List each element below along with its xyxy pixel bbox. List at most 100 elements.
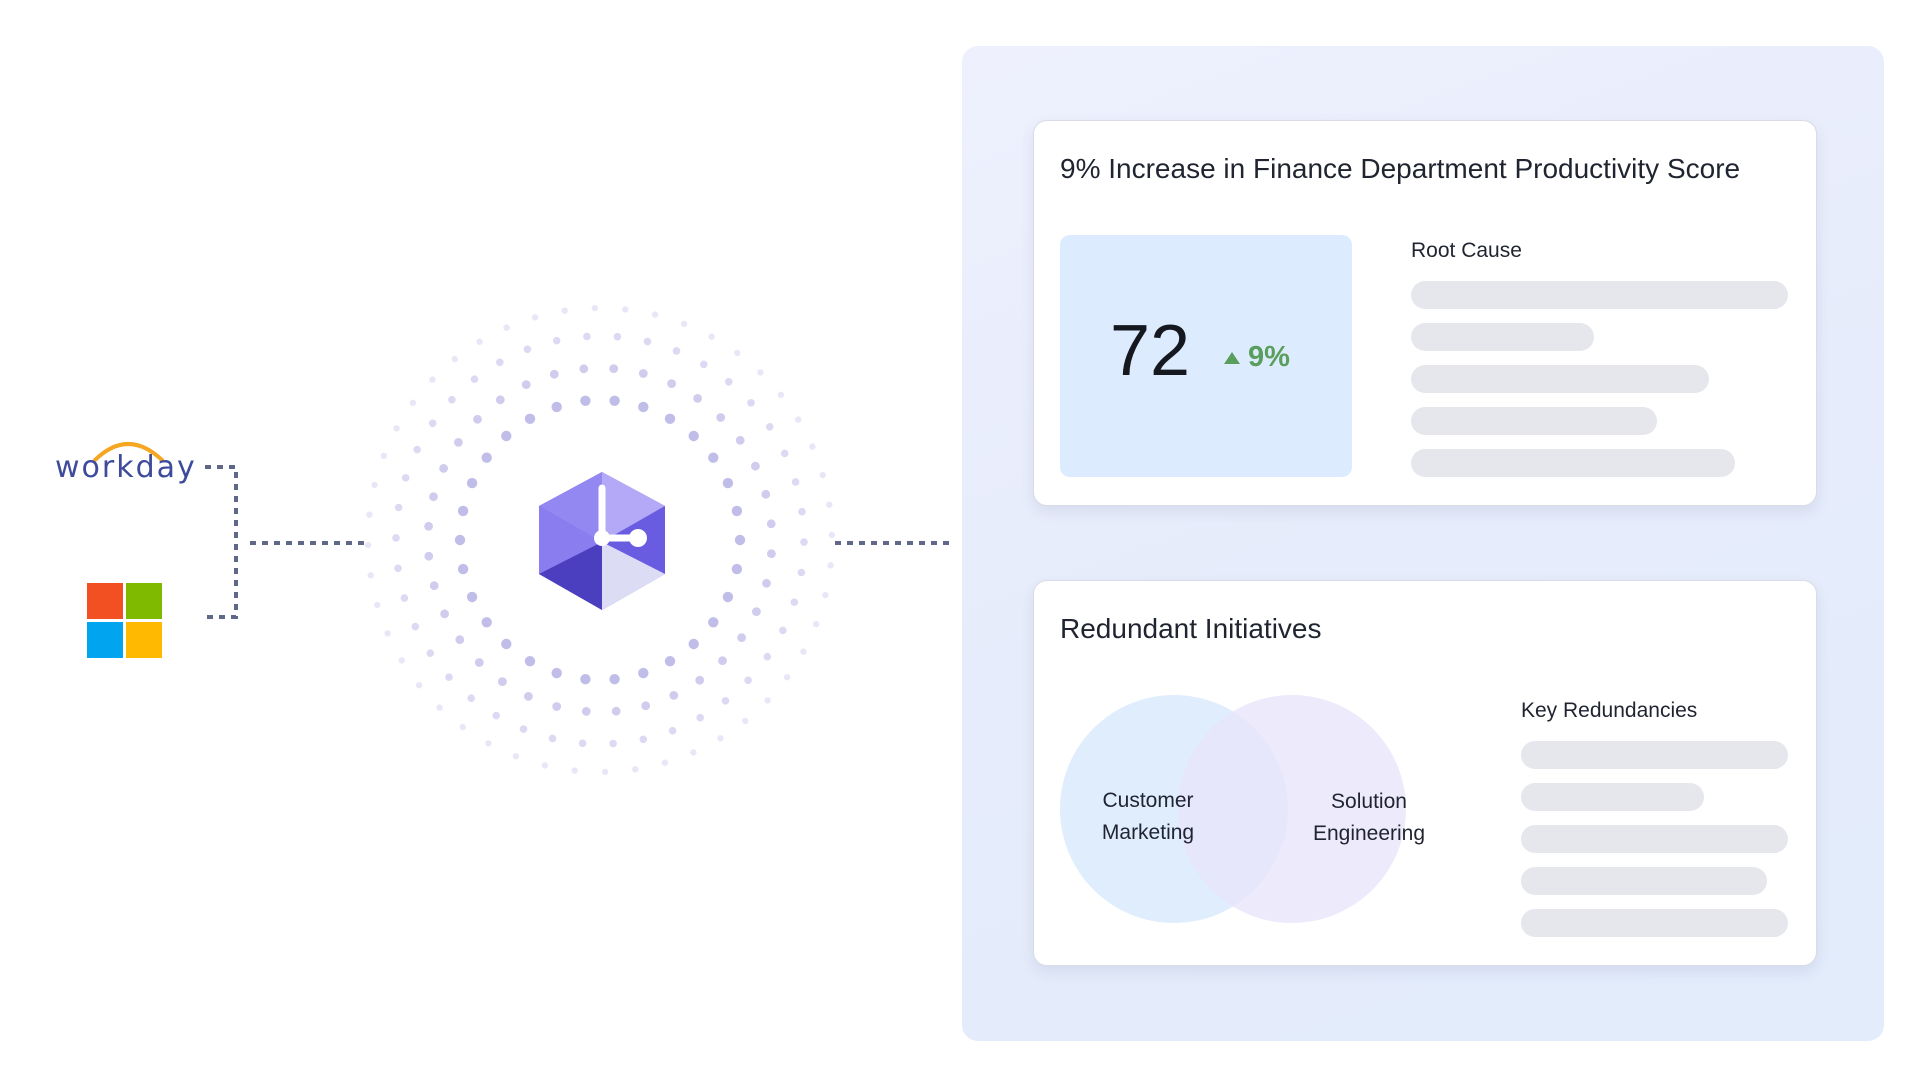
- ripple-dot: [731, 563, 743, 575]
- workday-wordmark: workday: [55, 450, 197, 485]
- ripple-dot: [747, 399, 755, 407]
- ripple-dot: [664, 413, 676, 424]
- ripple-dot: [668, 726, 677, 735]
- ripple-dot: [466, 477, 478, 489]
- ripple-dot: [613, 332, 622, 341]
- ripple-dot: [371, 481, 378, 489]
- venn-right-line-1: Solution: [1331, 790, 1407, 813]
- ripple-dot: [524, 656, 536, 667]
- ripple-dot: [578, 739, 587, 748]
- ripple-dot: [680, 320, 688, 327]
- ripple-dot: [761, 489, 771, 499]
- redundancy-placeholder-line: [1521, 783, 1704, 811]
- ripple-dot: [454, 534, 466, 546]
- ripple-dot: [392, 534, 400, 542]
- root-cause-placeholder-line: [1411, 281, 1788, 309]
- ripple-dot: [800, 538, 808, 546]
- venn-right-label: Solution Engineering: [1289, 786, 1449, 850]
- productivity-card: 9% Increase in Finance Department Produc…: [1033, 120, 1817, 506]
- ripple-dot: [485, 740, 492, 747]
- ripple-dot: [451, 355, 458, 363]
- ripple-dot: [609, 739, 617, 748]
- ripple-dot: [700, 360, 708, 369]
- ripple-dot: [384, 630, 391, 637]
- redundancy-placeholder-line: [1521, 741, 1788, 769]
- ripple-dot: [459, 723, 466, 731]
- productivity-score-box: 72 9%: [1060, 235, 1352, 477]
- ripple-dot: [688, 638, 699, 650]
- ripple-dot: [519, 725, 528, 733]
- redundancy-card: Redundant Initiatives Customer Marketing…: [1033, 580, 1817, 966]
- ripple-dot: [795, 416, 802, 423]
- ripple-dot: [394, 564, 402, 573]
- redundancy-placeholder-line: [1521, 867, 1767, 895]
- ripple-dot: [426, 649, 435, 657]
- ripple-dot: [551, 667, 562, 679]
- ripple-dot: [512, 753, 520, 760]
- ripple-dot: [822, 591, 829, 599]
- ripple-dot: [716, 413, 726, 422]
- ripple-dot: [734, 349, 741, 357]
- ripple-dot: [374, 601, 381, 609]
- ripple-dot: [826, 501, 833, 508]
- ripple-dot: [393, 425, 400, 432]
- up-arrow-icon: [1224, 351, 1240, 364]
- ripple-dot: [752, 607, 761, 616]
- ripple-dot: [473, 414, 482, 424]
- hexagon-clock-icon: [539, 472, 665, 610]
- venn-right-line-2: Engineering: [1312, 822, 1426, 845]
- ripple-dot: [413, 445, 421, 454]
- ripple-dot: [394, 503, 403, 512]
- redundancy-placeholder-line: [1521, 909, 1788, 937]
- ripple-dot: [474, 658, 484, 667]
- ripple-dot: [561, 307, 568, 314]
- ripple-dot: [734, 534, 746, 546]
- ripple-dot: [367, 572, 374, 579]
- ripple-dot: [693, 394, 702, 403]
- ripple-dot: [638, 401, 649, 413]
- ripple-dot: [439, 464, 448, 473]
- ripple-dot: [718, 656, 727, 666]
- ripple-dot: [501, 430, 512, 442]
- ripple-dot: [498, 677, 507, 686]
- redundancy-card-title: Redundant Initiatives: [1060, 613, 1322, 644]
- ripple-dot: [470, 375, 479, 384]
- ripple-dot: [611, 706, 621, 716]
- ripple-dot: [827, 562, 834, 569]
- productivity-score-value: 72: [1110, 311, 1191, 391]
- ripple-dot: [722, 591, 734, 603]
- ripple-dot: [809, 443, 816, 450]
- ripple-dot: [737, 633, 746, 642]
- ripple-dot: [708, 617, 719, 628]
- ripple-dot: [548, 734, 557, 743]
- ripple-dot: [765, 423, 774, 431]
- ripple-dot: [400, 594, 409, 602]
- ripple-dot: [638, 667, 649, 679]
- root-cause-placeholder-line: [1411, 323, 1594, 351]
- ripple-dot: [580, 674, 591, 685]
- ripple-dot: [609, 674, 620, 685]
- ripple-dot: [695, 675, 705, 685]
- ripple-dot: [725, 378, 733, 386]
- ripple-dot: [744, 676, 752, 685]
- microsoft-blue-square: [87, 622, 123, 658]
- ripple-dot: [828, 531, 836, 539]
- workday-logo: workday: [55, 430, 205, 490]
- ripple-dot: [366, 511, 373, 518]
- ripple-dot: [800, 648, 807, 655]
- ripple-dot: [813, 620, 820, 628]
- ripple-dot: [639, 735, 648, 744]
- ripple-dot: [481, 452, 492, 463]
- ripple-dot: [481, 617, 492, 628]
- ripple-dot: [762, 578, 771, 588]
- diagram-canvas: workday 9% Increase in Finance Departmen…: [0, 0, 1920, 1080]
- ripple-dot: [440, 609, 449, 619]
- ripple-dot: [503, 324, 510, 331]
- ripple-dot: [819, 471, 826, 479]
- ripple-dot: [424, 551, 434, 561]
- ripple-dot: [583, 332, 591, 341]
- ripple-dot: [669, 691, 679, 700]
- productivity-score-change: 9%: [1224, 341, 1290, 374]
- ripple-dot: [455, 635, 465, 645]
- ripple-dot: [428, 419, 437, 428]
